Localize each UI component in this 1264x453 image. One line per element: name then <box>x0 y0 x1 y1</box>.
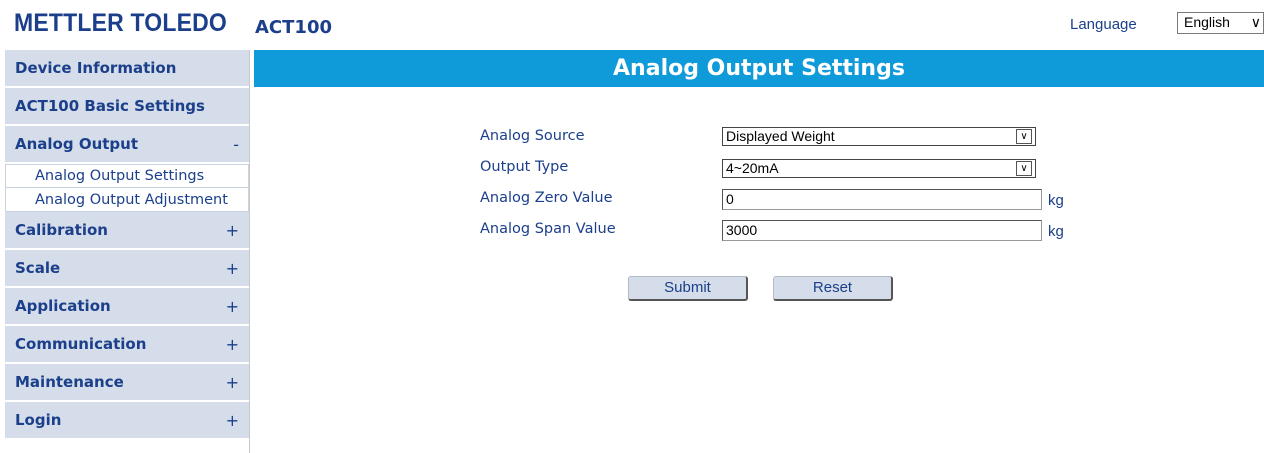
analog-span-input[interactable]: 3000 <box>722 220 1042 241</box>
chevron-down-icon: ∨ <box>1016 161 1032 176</box>
sidebar-item-login[interactable]: Login + <box>5 402 249 440</box>
expand-icon[interactable]: + <box>226 411 239 430</box>
output-type-label: Output Type <box>480 159 569 175</box>
sidebar-item-label: Communication <box>15 335 147 353</box>
analog-source-select[interactable]: Displayed Weight ∨ <box>722 127 1036 146</box>
analog-zero-label: Analog Zero Value <box>480 190 613 206</box>
sidebar-item-label: Login <box>15 411 62 429</box>
chevron-down-icon: ∨ <box>1016 129 1032 144</box>
expand-icon[interactable]: + <box>226 297 239 316</box>
analog-span-label: Analog Span Value <box>480 221 616 237</box>
reset-button[interactable]: Reset <box>773 276 893 301</box>
sidebar-item-scale[interactable]: Scale + <box>5 250 249 288</box>
page-title: Analog Output Settings <box>254 50 1264 87</box>
expand-icon[interactable]: + <box>226 335 239 354</box>
sidebar-item-label: Maintenance <box>15 373 124 391</box>
sidebar-item-label: ACT100 Basic Settings <box>15 97 205 115</box>
expand-icon[interactable]: + <box>226 259 239 278</box>
sidebar-item-analog-output[interactable]: Analog Output - <box>5 126 249 164</box>
sidebar-divider <box>249 50 250 453</box>
chevron-down-icon: ∨ <box>1250 14 1261 30</box>
sidebar-subitem-analog-output-settings[interactable]: Analog Output Settings <box>5 164 249 188</box>
brand-logo: METTLER TOLEDO <box>14 9 227 37</box>
output-type-select[interactable]: 4~20mA ∨ <box>722 159 1036 178</box>
expand-icon[interactable]: + <box>226 373 239 392</box>
output-type-value: 4~20mA <box>726 160 779 176</box>
sidebar-item-basic-settings[interactable]: ACT100 Basic Settings <box>5 88 249 126</box>
sidebar-item-label: Analog Output <box>15 135 139 153</box>
sidebar-nav: Device Information ACT100 Basic Settings… <box>5 50 249 440</box>
model-name: ACT100 <box>255 17 332 38</box>
analog-source-value: Displayed Weight <box>726 128 835 144</box>
sidebar-item-label: Scale <box>15 259 61 277</box>
sidebar-subitem-analog-output-adjustment[interactable]: Analog Output Adjustment <box>5 188 249 212</box>
analog-zero-value: 0 <box>726 191 734 207</box>
analog-zero-unit: kg <box>1048 192 1064 209</box>
sidebar-item-label: Device Information <box>15 59 177 77</box>
language-label: Language <box>1070 16 1137 33</box>
collapse-icon[interactable]: - <box>233 135 239 154</box>
analog-zero-input[interactable]: 0 <box>722 189 1042 210</box>
language-select[interactable]: English ∨ <box>1177 12 1264 34</box>
sidebar-item-communication[interactable]: Communication + <box>5 326 249 364</box>
sidebar-item-label: Application <box>15 297 111 315</box>
sidebar-item-device-information[interactable]: Device Information <box>5 50 249 88</box>
analog-span-unit: kg <box>1048 223 1064 240</box>
sidebar-item-maintenance[interactable]: Maintenance + <box>5 364 249 402</box>
sidebar-subitem-label: Analog Output Adjustment <box>35 191 228 208</box>
language-select-value: English <box>1184 14 1230 30</box>
sidebar-item-application[interactable]: Application + <box>5 288 249 326</box>
sidebar-item-label: Calibration <box>15 221 108 239</box>
analog-source-label: Analog Source <box>480 128 585 144</box>
sidebar-subitem-label: Analog Output Settings <box>35 168 205 184</box>
analog-span-value: 3000 <box>726 222 758 238</box>
expand-icon[interactable]: + <box>226 221 239 240</box>
sidebar-item-calibration[interactable]: Calibration + <box>5 212 249 250</box>
submit-button[interactable]: Submit <box>628 276 748 301</box>
